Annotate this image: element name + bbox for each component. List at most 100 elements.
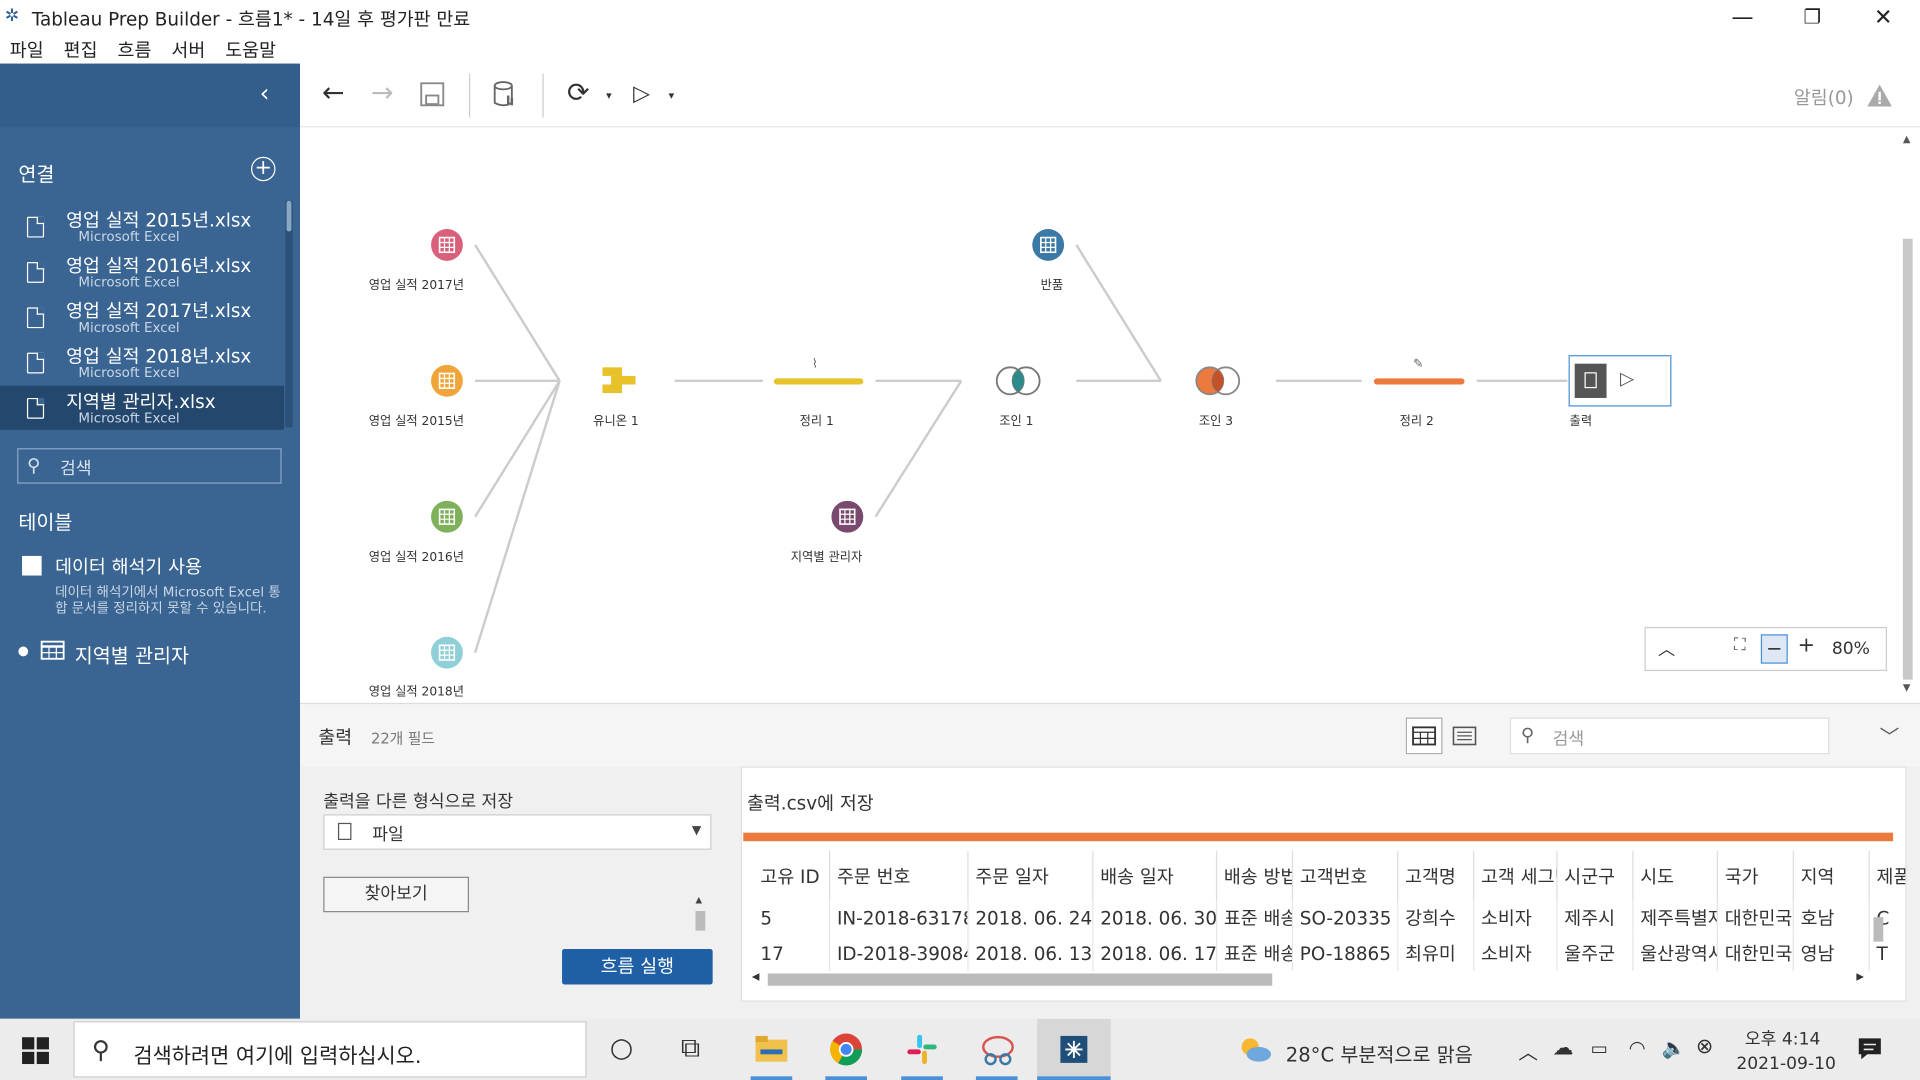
dropdown-arrow-icon: ▼ [691, 824, 702, 838]
slack-icon[interactable] [906, 1033, 938, 1065]
fit-to-screen-icon[interactable]: ⛶ [1734, 636, 1746, 656]
windows-start-icon[interactable] [22, 1037, 49, 1065]
cortana-icon[interactable]: ○ [610, 1033, 634, 1065]
table-cell: 대한민국 [1716, 935, 1794, 972]
warning-icon[interactable] [1866, 83, 1893, 107]
settings-scrollbar[interactable]: ▲ [695, 884, 708, 935]
table-vertical-scrollbar[interactable] [1873, 902, 1888, 961]
connections-title: 연결 [18, 162, 55, 187]
sidebar-search-input[interactable]: ⚲ 검색 [17, 448, 282, 484]
alerts-label[interactable]: 알림(0) [1794, 84, 1854, 110]
column-header[interactable]: 배송 일자 [1092, 851, 1217, 901]
chevron-up-icon[interactable]: ︿ [1518, 1036, 1538, 1065]
canvas-scrollbar[interactable]: ▲ ▼ [1897, 128, 1920, 701]
connections-scrollbar[interactable] [285, 200, 293, 428]
clean-step-1[interactable] [773, 378, 864, 385]
run-dropdown-icon[interactable]: ▾ [669, 81, 675, 113]
ime-icon[interactable]: ⊗ [1696, 1035, 1713, 1059]
output-file-icon [1574, 363, 1607, 398]
column-header[interactable]: 국가 [1716, 851, 1794, 901]
back-arrow-icon[interactable]: ← [322, 78, 345, 110]
chrome-icon[interactable] [829, 1032, 863, 1066]
collapse-pane-button[interactable]: ‹ [260, 78, 270, 107]
task-view-icon[interactable]: ⧉ [681, 1033, 700, 1065]
menu-edit[interactable]: 편집 [64, 37, 98, 63]
connection-item[interactable]: 영업 실적 2018년.xlsx Microsoft Excel [0, 340, 284, 384]
menu-help[interactable]: 도움말 [225, 37, 276, 63]
table-icon [438, 236, 456, 254]
flow-canvas[interactable]: 영업 실적 2017년 영업 실적 2015년 영업 실적 2016년 영업 실… [300, 128, 1898, 701]
input-node-2016[interactable] [431, 500, 463, 533]
refresh-icon[interactable]: ⟳ [567, 78, 590, 110]
input-node-returns[interactable] [1032, 228, 1065, 261]
tableau-prep-taskbar-button[interactable] [1037, 1018, 1111, 1080]
menu-file[interactable]: 파일 [10, 37, 44, 63]
zoom-in-button[interactable]: + [1798, 633, 1815, 657]
column-header[interactable]: 고객번호 [1291, 851, 1398, 901]
column-header[interactable]: 시도 [1632, 851, 1718, 901]
join-3-icon[interactable] [1194, 365, 1243, 397]
forward-arrow-icon[interactable]: → [371, 78, 394, 110]
input-node-2015[interactable] [431, 364, 463, 397]
table-horizontal-scrollbar[interactable]: ◀ ▶ [747, 971, 1871, 988]
connection-type: Microsoft Excel [78, 410, 180, 427]
speaker-icon[interactable]: 🔈 [1662, 1036, 1686, 1059]
add-connection-button[interactable]: + [251, 156, 276, 182]
run-output-icon[interactable]: ▷ [1620, 367, 1634, 389]
chevron-up-icon[interactable]: ︿ [1658, 637, 1675, 661]
table-cell: 영남 [1792, 935, 1870, 972]
minimize-button[interactable]: — [1724, 5, 1761, 31]
column-header[interactable]: 주문 일자 [967, 851, 1093, 901]
notification-center-icon[interactable] [1858, 1037, 1882, 1061]
weather-icon[interactable] [1237, 1033, 1274, 1065]
zoom-out-button[interactable]: − [1760, 634, 1788, 664]
input-node-region[interactable] [831, 500, 864, 533]
column-header[interactable]: 고객명 [1397, 851, 1474, 901]
clean-step-2[interactable] [1373, 378, 1465, 385]
column-header[interactable]: 배송 방법 [1215, 851, 1293, 901]
run-flow-icon[interactable]: ▷ [633, 78, 650, 110]
node-label: 정리 1 [799, 415, 834, 429]
table-item-region-manager[interactable]: 지역별 관리자 [75, 639, 189, 668]
run-flow-button[interactable]: 흐름 실행 [562, 948, 713, 985]
search-icon: ⚲ [1520, 723, 1535, 746]
save-icon[interactable] [420, 82, 445, 107]
file-explorer-icon[interactable] [754, 1035, 788, 1064]
join-1-icon[interactable] [994, 365, 1043, 397]
column-header[interactable]: 고유 ID [753, 851, 830, 901]
onedrive-icon[interactable]: ☁ [1553, 1036, 1574, 1060]
column-header[interactable]: 지역 [1792, 851, 1870, 901]
connection-item[interactable]: 영업 실적 2017년.xlsx Microsoft Excel [0, 295, 284, 339]
profile-search-input[interactable]: ⚲ 검색 [1509, 717, 1830, 755]
data-sample-icon[interactable] [493, 81, 515, 110]
battery-icon[interactable]: ▭ [1591, 1037, 1608, 1059]
connection-item[interactable]: 영업 실적 2016년.xlsx Microsoft Excel [0, 250, 284, 294]
restore-button[interactable]: ❐ [1794, 5, 1831, 28]
weather-text[interactable]: 28°C 부분적으로 맑음 [1286, 1038, 1473, 1067]
column-header[interactable]: 시군구 [1556, 851, 1633, 901]
interpreter-checkbox[interactable] [22, 555, 42, 576]
menu-server[interactable]: 서버 [171, 37, 205, 63]
column-header[interactable]: 주문 번호 [828, 851, 968, 901]
taskbar-search-box[interactable]: ⚲ 검색하려면 여기에 입력하십시오. [73, 1021, 587, 1078]
list-view-icon[interactable] [1446, 718, 1483, 755]
input-node-2018[interactable] [431, 636, 463, 669]
column-header[interactable]: 제품 [1869, 851, 1906, 900]
clock-time[interactable]: 오후 4:14 [1745, 1026, 1820, 1050]
snipping-tool-icon[interactable] [980, 1032, 1017, 1066]
wifi-icon[interactable]: ◠ [1629, 1036, 1646, 1059]
browse-button[interactable]: 찾아보기 [323, 876, 469, 913]
union-icon[interactable] [601, 366, 638, 395]
clock-date[interactable]: 2021-09-10 [1736, 1054, 1836, 1074]
output-type-select[interactable]: 파일 ▼ [323, 814, 712, 850]
connection-item-selected[interactable]: 지역별 관리자.xlsx Microsoft Excel [0, 385, 285, 430]
input-node-2017[interactable] [431, 228, 463, 261]
connection-item[interactable]: 영업 실적 2015년.xlsx Microsoft Excel [0, 204, 284, 248]
column-header[interactable]: 고객 세그먼트 [1473, 851, 1557, 901]
chevron-down-icon[interactable]: ﹀ [1880, 720, 1900, 749]
grid-view-icon[interactable] [1405, 717, 1443, 755]
output-node[interactable]: ▷ [1568, 355, 1672, 407]
refresh-dropdown-icon[interactable]: ▾ [606, 81, 612, 113]
menu-flow[interactable]: 흐름 [118, 37, 152, 63]
close-button[interactable]: ✕ [1865, 5, 1902, 31]
